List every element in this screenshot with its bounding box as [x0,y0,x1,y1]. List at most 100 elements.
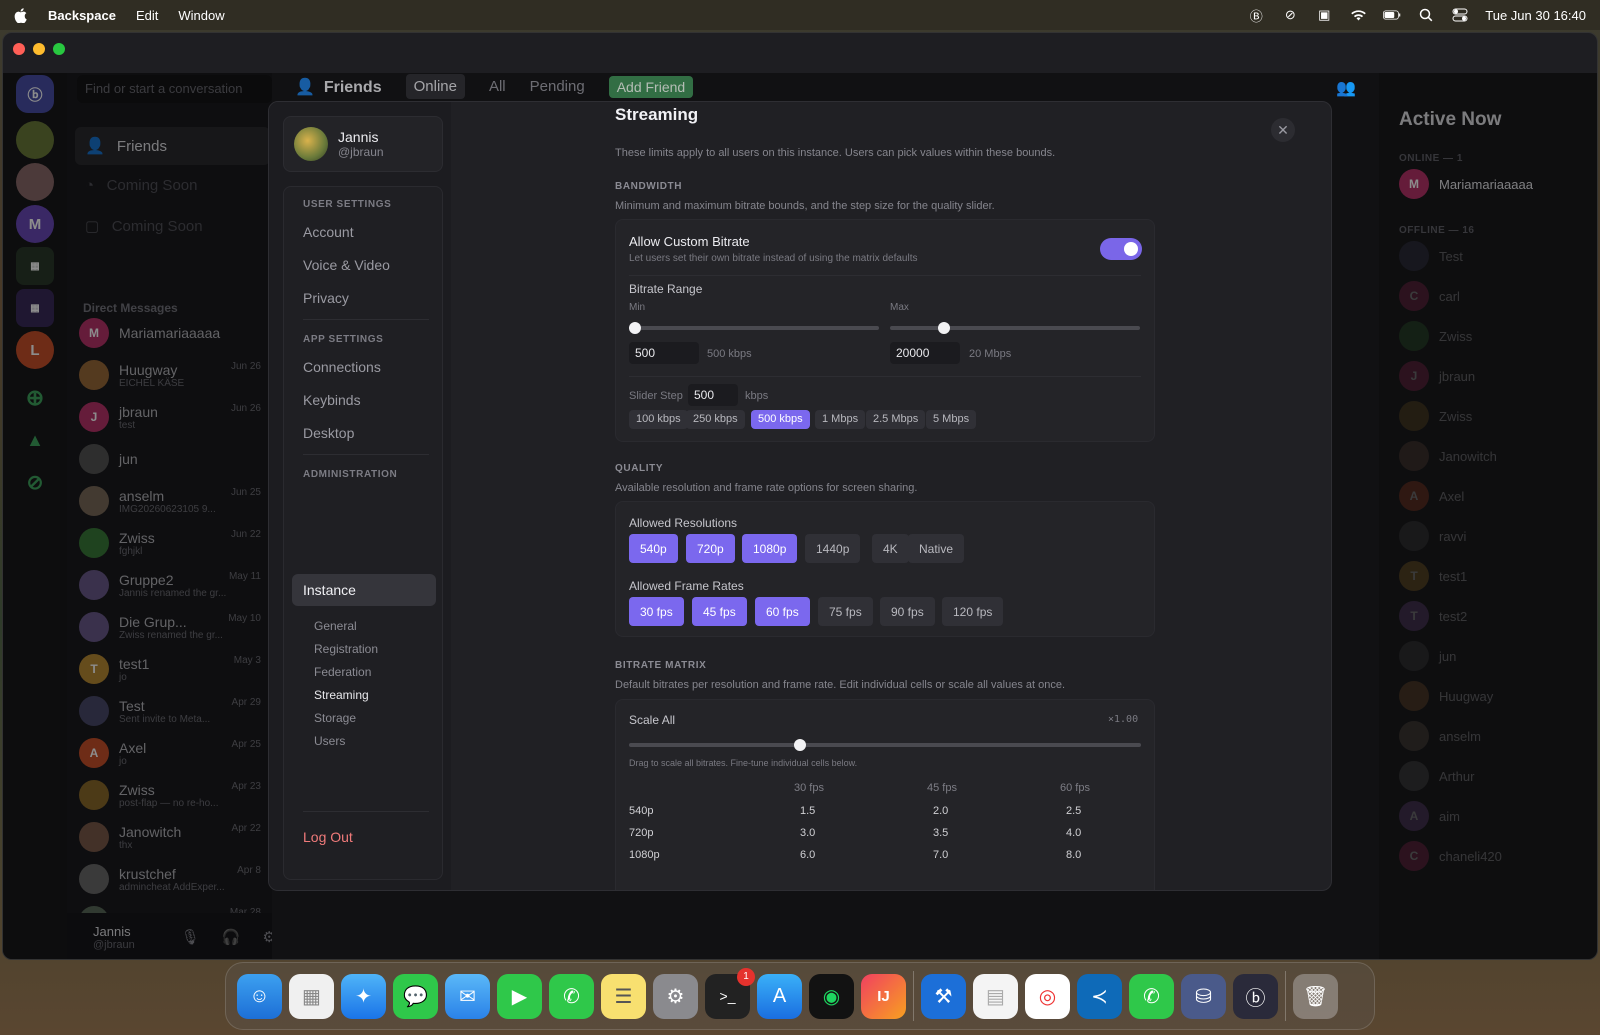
mail-icon[interactable]: ✉ [445,973,490,1019]
backspace-status-icon[interactable]: Ⓑ [1247,8,1265,24]
streaming-settings: Streaming These limits apply to all user… [615,102,1155,890]
nav-privacy[interactable]: Privacy [303,290,349,306]
custom-bitrate-desc: Let users set their own bitrate instead … [629,253,918,264]
frame-rate-option[interactable]: 75 fps [818,597,873,626]
step-preset-chip[interactable]: 100 kbps [629,410,688,429]
matrix-cell[interactable]: 1.5 [800,805,815,817]
step-preset-chip[interactable]: 1 Mbps [815,410,866,429]
zoom-window-button[interactable] [53,43,65,55]
step-preset-chip[interactable]: 2.5 Mbps [866,410,926,429]
close-window-button[interactable] [13,43,25,55]
matrix-cell[interactable]: 2.5 [1066,805,1081,817]
nav-registration[interactable]: Registration [314,642,378,656]
resolution-option[interactable]: 720p [686,534,735,563]
spotlight-search-icon[interactable] [1417,8,1435,22]
compass-status-icon[interactable]: ⊘ [1281,7,1299,22]
nav-keybinds[interactable]: Keybinds [303,392,361,408]
nav-users[interactable]: Users [314,734,345,748]
new-group-dm-icon[interactable]: 👥 [1336,78,1356,98]
vscode-icon[interactable]: ≺ [1077,973,1122,1019]
max-slider[interactable] [890,322,1140,334]
max-bitrate-input[interactable]: 20000 [890,342,960,364]
notes-icon[interactable]: ☰ [601,973,646,1019]
nav-voice-video[interactable]: Voice & Video [303,257,390,273]
frame-rate-option[interactable]: 45 fps [692,597,747,626]
step-preset-chip[interactable]: 250 kbps [686,410,745,429]
control-center-icon[interactable] [1451,8,1469,22]
matrix-cell[interactable]: 2.0 [933,805,948,817]
frame-rate-option[interactable]: 30 fps [629,597,684,626]
nav-connections[interactable]: Connections [303,359,381,375]
frame-rate-option[interactable]: 90 fps [880,597,935,626]
battery-icon[interactable] [1383,8,1401,22]
nav-account[interactable]: Account [303,224,354,240]
matrix-cell[interactable]: 3.5 [933,827,948,839]
custom-bitrate-toggle[interactable] [1100,238,1142,260]
resolution-option[interactable]: 1440p [805,534,861,563]
facetime-icon[interactable]: ▶ [497,973,542,1019]
bandwidth-desc: Minimum and maximum bitrate bounds, and … [615,200,995,212]
menu-edit[interactable]: Edit [136,8,158,23]
min-slider-knob[interactable] [629,322,641,334]
frame-rate-option[interactable]: 60 fps [755,597,810,626]
matrix-cell[interactable]: 4.0 [1066,827,1081,839]
nav-general[interactable]: General [314,619,357,633]
xcode-icon[interactable]: ⚒ [921,973,966,1019]
min-slider[interactable] [629,322,879,334]
close-modal-button[interactable]: ✕ [1271,118,1295,142]
slider-step-input[interactable]: 500 [688,384,738,406]
matrix-cell[interactable]: 6.0 [800,849,815,861]
tab-all[interactable]: All [489,78,506,95]
matrix-cell[interactable]: 3.0 [800,827,815,839]
nav-streaming[interactable]: Streaming [314,688,369,702]
min-bitrate-input[interactable]: 500 [629,342,699,364]
resolution-option[interactable]: Native [908,534,965,563]
messages-icon[interactable]: 💬 [393,973,438,1019]
spotify-icon[interactable]: ◉ [809,973,854,1019]
menu-window[interactable]: Window [178,8,224,23]
step-preset-chip[interactable]: 5 Mbps [926,410,977,429]
divider [303,454,429,455]
launchpad-icon[interactable]: ▦ [289,973,334,1019]
backspace-app-icon[interactable]: ⓑ [1233,973,1278,1019]
intellij-icon[interactable]: IJ [861,973,906,1019]
whatsapp-icon[interactable]: ✆ [1129,973,1174,1019]
scale-slider-knob[interactable] [794,739,806,751]
profile-card[interactable]: Jannis @jbraun [283,116,443,172]
max-slider-knob[interactable] [937,322,950,334]
wifi-icon[interactable] [1349,8,1367,22]
minimize-window-button[interactable] [33,43,45,55]
terminal-icon[interactable]: >_ 1 [705,967,755,1019]
nav-desktop[interactable]: Desktop [303,425,354,441]
menu-app[interactable]: Backspace [48,8,116,23]
freeform-icon[interactable]: ▤ [973,973,1018,1019]
nav-federation[interactable]: Federation [314,665,371,679]
scale-all-slider[interactable] [629,739,1141,751]
add-friend-button[interactable]: Add Friend [608,75,694,98]
frame-rate-option[interactable]: 120 fps [942,597,1004,626]
phone-icon[interactable]: ✆ [549,973,594,1019]
trash-icon[interactable]: 🗑 [1293,973,1338,1019]
app-store-icon[interactable]: A [757,973,802,1019]
matrix-cell[interactable]: 7.0 [933,849,948,861]
tab-pending[interactable]: Pending [530,78,585,95]
resolution-option[interactable]: 1080p [742,534,798,563]
finder-icon[interactable]: ☺ [237,973,282,1019]
chrome-icon[interactable]: ◎ [1025,973,1070,1019]
apple-icon[interactable] [14,7,28,23]
nav-storage[interactable]: Storage [314,711,356,725]
system-settings-icon[interactable]: ⚙ [653,973,698,1019]
resolution-option[interactable]: 4K [872,534,909,563]
safari-icon[interactable]: ✦ [341,973,386,1019]
logout-button[interactable]: Log Out [303,829,353,845]
nav-instance[interactable]: Instance [292,574,436,606]
menu-datetime[interactable]: Tue Jun 30 16:40 [1485,8,1586,23]
user-settings-header: USER SETTINGS [303,199,392,210]
matrix-cell[interactable]: 8.0 [1066,849,1081,861]
display-status-icon[interactable]: ▣ [1315,7,1333,22]
database-icon[interactable]: ⛁ [1181,973,1226,1019]
scale-all-label: Scale All [629,713,676,727]
tab-online[interactable]: Online [405,74,465,99]
step-preset-chip[interactable]: 500 kbps [751,410,810,429]
resolution-option[interactable]: 540p [629,534,678,563]
